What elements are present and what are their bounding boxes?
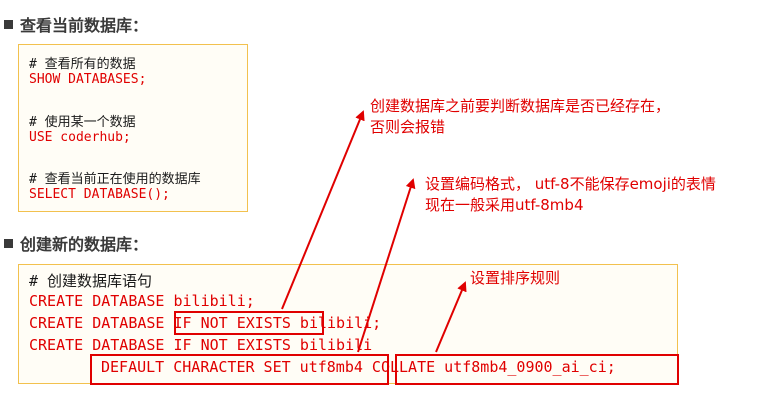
note-collate: 设置排序规则 (470, 269, 561, 287)
note-charset: 设置编码格式， utf-8不能保存emoji的表情 现在一般采用utf-8mb4 (425, 175, 716, 214)
arrow-if-not-exists (281, 110, 365, 310)
arrow-collate (435, 281, 467, 353)
note-if-not-exists: 创建数据库之前要判断数据库是否已经存在， 否则会报错 (370, 97, 671, 136)
arrow-charset (357, 178, 416, 353)
